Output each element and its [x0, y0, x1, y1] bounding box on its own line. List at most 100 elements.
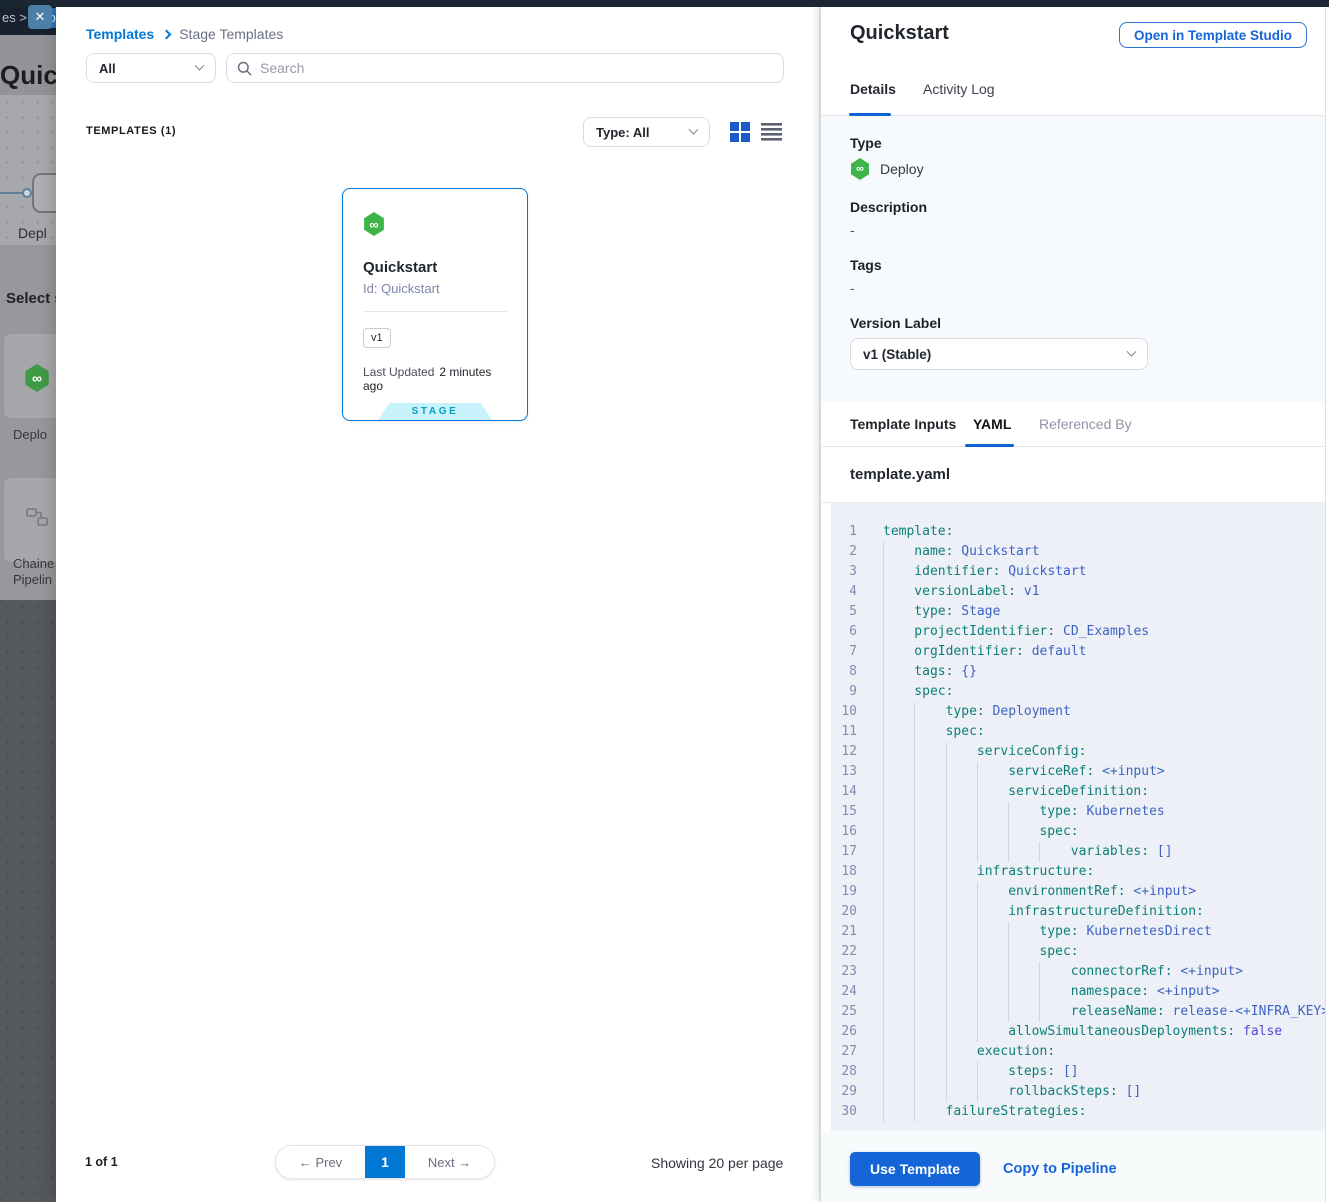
- yaml-line: 13serviceRef: <+input>: [837, 762, 1326, 782]
- yaml-line: 11spec:: [837, 722, 1326, 742]
- showing-per-page: Showing 20 per page: [651, 1155, 783, 1171]
- background-chained-card-label: Chaine Pipelin: [13, 556, 54, 588]
- yaml-line: 21type: KubernetesDirect: [837, 922, 1326, 942]
- background-node-port: [22, 188, 32, 198]
- version-label: Version Label: [850, 315, 1325, 331]
- prev-page-button[interactable]: ← Prev: [276, 1146, 365, 1178]
- tab-details[interactable]: Details: [850, 81, 896, 97]
- background-page: es > Pipe Quicks Depl Select s ∞ Deplo C…: [0, 0, 56, 1202]
- stage-badge: STAGE: [378, 403, 492, 420]
- scope-filter-value: All: [99, 61, 116, 76]
- page-count: 1 of 1: [85, 1155, 118, 1169]
- yaml-line: 7orgIdentifier: default: [837, 642, 1326, 662]
- yaml-line: 16spec:: [837, 822, 1326, 842]
- pagination: ← Prev 1 Next →: [275, 1145, 495, 1179]
- page-1-button[interactable]: 1: [365, 1146, 405, 1178]
- tab-referenced-by[interactable]: Referenced By: [1039, 416, 1132, 432]
- chevron-down-icon: [689, 124, 699, 134]
- type-label: Type: [850, 135, 1325, 151]
- tab-yaml[interactable]: YAML: [973, 416, 1011, 432]
- yaml-code: 1template:2name: Quickstart3identifier: …: [831, 503, 1326, 1131]
- search-input[interactable]: [260, 60, 773, 76]
- yaml-line: 23connectorRef: <+input>: [837, 962, 1326, 982]
- template-details-drawer: Quickstart Open in Template Studio Detai…: [820, 0, 1329, 1202]
- yaml-line: 1template:: [837, 522, 1326, 542]
- breadcrumb: Templates Stage Templates: [86, 26, 283, 42]
- next-page-button[interactable]: Next →: [405, 1146, 494, 1178]
- yaml-line: 12serviceConfig:: [837, 742, 1326, 762]
- drawer-scrollbar[interactable]: [1325, 7, 1329, 1202]
- description-label: Description: [850, 199, 1325, 215]
- tab-activity-log[interactable]: Activity Log: [923, 81, 995, 97]
- yaml-line: 4versionLabel: v1: [837, 582, 1326, 602]
- yaml-line: 28steps: []: [837, 1062, 1326, 1082]
- templates-modal: Templates Stage Templates All TEMPLATES …: [56, 0, 819, 1202]
- close-icon[interactable]: ✕: [28, 5, 52, 29]
- type-row: ∞ Deploy: [850, 158, 1325, 180]
- type-filter-value: Type: All: [596, 125, 649, 140]
- drawer-header: Quickstart Open in Template Studio: [821, 7, 1329, 64]
- yaml-line: 15type: Kubernetes: [837, 802, 1326, 822]
- yaml-line: 3identifier: Quickstart: [837, 562, 1326, 582]
- yaml-line: 5type: Stage: [837, 602, 1326, 622]
- version-select-value: v1 (Stable): [863, 347, 931, 362]
- chained-pipeline-icon: [26, 508, 50, 528]
- template-card-id: Id: Quickstart: [363, 281, 507, 296]
- open-in-template-studio-button[interactable]: Open in Template Studio: [1119, 22, 1307, 48]
- last-updated: Last Updated2 minutes ago: [363, 365, 507, 393]
- yaml-line: 18infrastructure:: [837, 862, 1326, 882]
- template-card[interactable]: ∞ Quickstart Id: Quickstart v1 Last Upda…: [342, 188, 528, 421]
- chevron-down-icon: [195, 60, 205, 70]
- background-chained-label-1: Chaine: [13, 556, 54, 571]
- yaml-line: 14serviceDefinition:: [837, 782, 1326, 802]
- copy-to-pipeline-link[interactable]: Copy to Pipeline: [1003, 1161, 1117, 1177]
- background-node-connector: [0, 192, 23, 194]
- yaml-line: 29rollbackSteps: []: [837, 1082, 1326, 1102]
- chevron-right-icon: [162, 29, 172, 39]
- type-value: Deploy: [880, 161, 924, 177]
- search-box[interactable]: [226, 53, 784, 83]
- yaml-line: 25releaseName: release-<+INFRA_KEY>: [837, 1002, 1326, 1022]
- drawer-title: Quickstart: [850, 22, 949, 45]
- screen: es > Pipe Quicks Depl Select s ∞ Deplo C…: [0, 0, 1329, 1202]
- yaml-line: 8tags: {}: [837, 662, 1326, 682]
- chevron-down-icon: [1127, 346, 1137, 356]
- background-breadcrumb: es >: [2, 10, 27, 25]
- card-divider: [363, 311, 507, 312]
- drawer-footer: Use Template Copy to Pipeline: [821, 1131, 1325, 1202]
- type-filter-select[interactable]: Type: All: [583, 117, 710, 147]
- yaml-line: 22spec:: [837, 942, 1326, 962]
- tab-template-inputs[interactable]: Template Inputs: [850, 416, 956, 432]
- drawer-tab-bar: Details Activity Log: [821, 64, 1325, 116]
- yaml-line: 20infrastructureDefinition:: [837, 902, 1326, 922]
- yaml-line: 10type: Deployment: [837, 702, 1326, 722]
- list-view-icon[interactable]: [761, 122, 782, 142]
- template-card-title: Quickstart: [363, 259, 507, 276]
- deploy-icon: ∞: [850, 158, 870, 180]
- tags-label: Tags: [850, 257, 1325, 273]
- version-select[interactable]: v1 (Stable): [850, 338, 1148, 370]
- window-top-bar: [0, 0, 1329, 7]
- yaml-line: 6projectIdentifier: CD_Examples: [837, 622, 1326, 642]
- tags-value: -: [850, 280, 1325, 296]
- description-value: -: [850, 222, 1325, 238]
- search-icon: [237, 61, 252, 76]
- use-template-button[interactable]: Use Template: [850, 1152, 980, 1186]
- last-updated-label: Last Updated: [363, 365, 434, 379]
- yaml-line: 9spec:: [837, 682, 1326, 702]
- yaml-line: 30failureStrategies:: [837, 1102, 1326, 1122]
- background-deploy-card-label: Deplo: [13, 427, 47, 443]
- background-node-label: Depl: [18, 225, 47, 241]
- drawer-subtab-bar: Template Inputs YAML Referenced By: [821, 402, 1325, 447]
- yaml-line: 2name: Quickstart: [837, 542, 1326, 562]
- background-deploy-card: ∞: [4, 334, 64, 418]
- yaml-filename: template.yaml: [850, 466, 950, 483]
- breadcrumb-templates-link[interactable]: Templates: [86, 26, 154, 42]
- scope-filter-select[interactable]: All: [86, 53, 216, 83]
- background-chained-pipeline-card: [4, 478, 64, 562]
- yaml-line: 19environmentRef: <+input>: [837, 882, 1326, 902]
- grid-view-icon[interactable]: [730, 122, 751, 142]
- deploy-icon: ∞: [363, 212, 385, 236]
- yaml-line: 27execution:: [837, 1042, 1326, 1062]
- breadcrumb-current: Stage Templates: [179, 26, 283, 42]
